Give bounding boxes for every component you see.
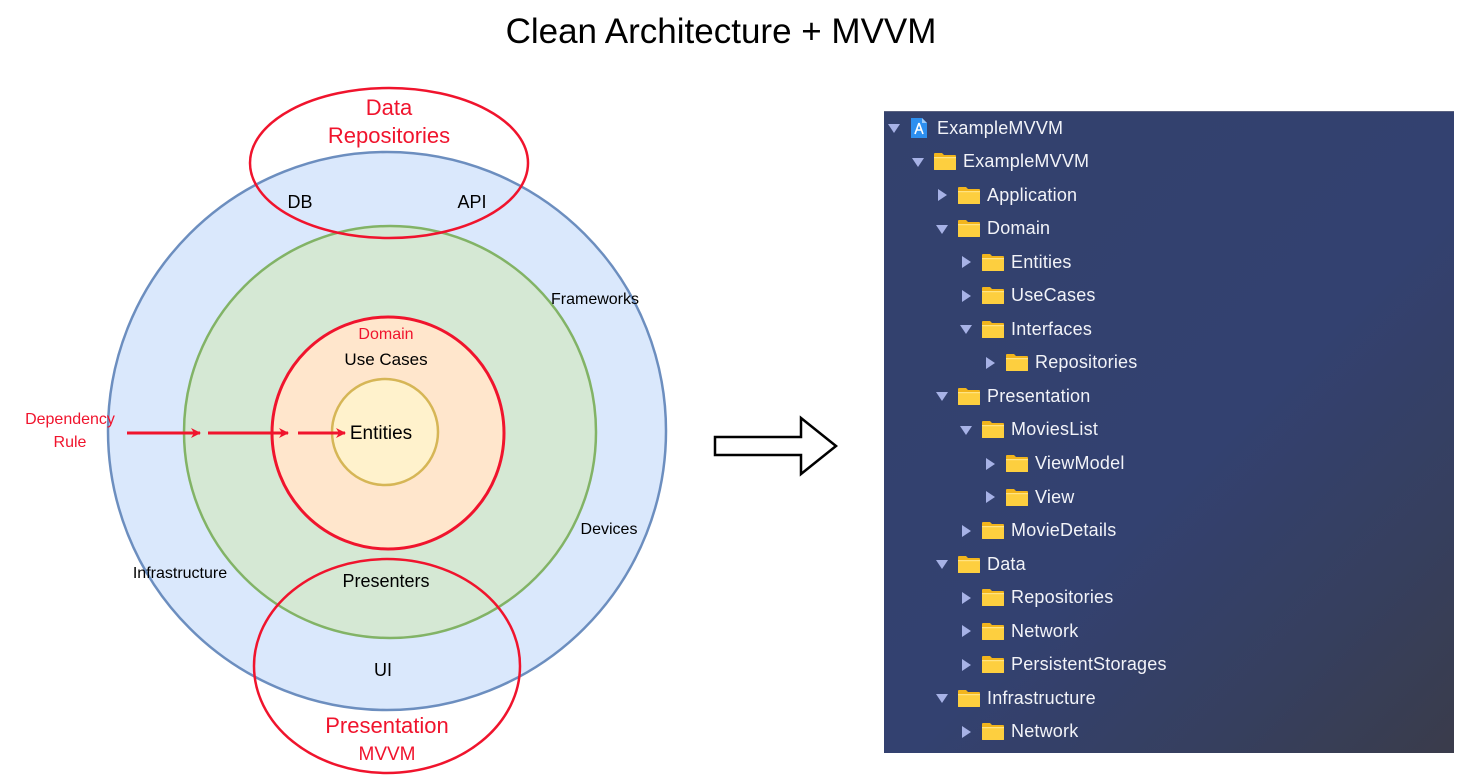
project-navigator: ExampleMVVM ExampleMVVM Application Domain E… — [884, 111, 1454, 753]
tree-item[interactable]: Interfaces — [959, 316, 1092, 342]
tree-item-label: Presentation — [987, 385, 1091, 406]
label-devices: Devices — [581, 521, 638, 538]
disclosure-collapsed-icon[interactable] — [959, 725, 973, 739]
disclosure-collapsed-icon[interactable] — [959, 289, 973, 303]
tree-item-label: Application — [987, 184, 1078, 205]
tree-item[interactable]: ViewModel — [983, 451, 1125, 477]
tree-item[interactable]: Infrastructure — [935, 685, 1096, 711]
disclosure-collapsed-icon[interactable] — [959, 624, 973, 638]
folder-icon — [1005, 353, 1029, 372]
tree-item[interactable]: MoviesList — [959, 417, 1098, 443]
disclosure-collapsed-icon[interactable] — [983, 457, 997, 471]
disclosure-expanded-icon[interactable] — [959, 322, 973, 336]
tree-item-label: Infrastructure — [987, 687, 1096, 708]
folder-icon — [981, 253, 1005, 272]
disclosure-expanded-icon[interactable] — [935, 557, 949, 571]
tree-item-label: Repositories — [1035, 352, 1138, 373]
tree-item-label: ExampleMVVM — [963, 151, 1090, 172]
tree-item[interactable]: Domain — [935, 216, 1050, 242]
clean-architecture-diagram: Data Repositories DB API Frameworks Doma… — [25, 86, 839, 775]
disclosure-collapsed-icon[interactable] — [983, 356, 997, 370]
tree-item-label: Network — [1011, 721, 1079, 742]
tree-item[interactable]: UseCases — [959, 283, 1096, 309]
label-domain: Domain — [358, 326, 413, 343]
tree-item[interactable]: MovieDetails — [959, 518, 1116, 544]
callout-rule: Rule — [54, 434, 87, 451]
disclosure-collapsed-icon[interactable] — [959, 524, 973, 538]
tree-item-label: Data — [987, 553, 1026, 574]
folder-icon — [981, 420, 1005, 439]
label-ui: UI — [374, 660, 392, 680]
folder-icon — [981, 622, 1005, 641]
disclosure-expanded-icon[interactable] — [935, 389, 949, 403]
tree-item[interactable]: Network — [959, 719, 1078, 745]
tree-item[interactable]: View — [983, 484, 1075, 510]
folder-icon — [957, 387, 981, 406]
tree-item-label: ExampleMVVM — [937, 117, 1064, 138]
folder-icon — [933, 152, 957, 171]
disclosure-collapsed-icon[interactable] — [959, 255, 973, 269]
folder-icon — [1005, 488, 1029, 507]
tree-item-label: View — [1035, 486, 1075, 507]
tree-item[interactable]: ExampleMVVM — [911, 149, 1089, 175]
folder-icon — [981, 722, 1005, 741]
label-db: DB — [287, 192, 312, 212]
disclosure-expanded-icon[interactable] — [887, 121, 901, 135]
tree-item-label: Network — [1011, 620, 1079, 641]
tree-item-label: PersistentStorages — [1011, 654, 1167, 675]
tree-item-label: ViewModel — [1035, 453, 1125, 473]
callout-mvvm: MVVM — [359, 744, 416, 765]
tree-item-label: Domain — [987, 218, 1051, 239]
label-frameworks: Frameworks — [551, 291, 639, 308]
folder-icon — [981, 286, 1005, 305]
folder-icon — [981, 320, 1005, 339]
folder-icon — [957, 186, 981, 205]
folder-icon — [957, 219, 981, 238]
tree-item-label: MovieDetails — [1011, 520, 1117, 541]
disclosure-collapsed-icon[interactable] — [959, 658, 973, 672]
disclosure-expanded-icon[interactable] — [935, 222, 949, 236]
tree-item-label: MoviesList — [1011, 419, 1099, 440]
tree-item[interactable]: Repositories — [983, 350, 1137, 376]
tree-item[interactable]: Entities — [959, 249, 1072, 275]
label-api: API — [457, 192, 486, 212]
tree-item[interactable]: Repositories — [959, 585, 1113, 611]
tree-item-label: Interfaces — [1011, 318, 1093, 339]
tree-item[interactable]: Network — [959, 618, 1078, 644]
label-use-cases: Use Cases — [344, 350, 427, 369]
folder-icon — [1005, 454, 1029, 473]
tree-item[interactable]: Application — [935, 182, 1077, 208]
callout-presentation: Presentation — [325, 713, 449, 738]
tree-item[interactable]: Data — [935, 551, 1026, 577]
tree-item[interactable]: PersistentStorages — [959, 652, 1167, 678]
disclosure-collapsed-icon[interactable] — [935, 188, 949, 202]
label-entities: Entities — [350, 423, 412, 444]
disclosure-collapsed-icon[interactable] — [959, 591, 973, 605]
callout-dependency: Dependency — [25, 411, 115, 428]
tree-item-label: Repositories — [1011, 587, 1114, 608]
label-presenters: Presenters — [342, 571, 429, 591]
tree-item[interactable]: Presentation — [935, 383, 1090, 409]
disclosure-collapsed-icon[interactable] — [983, 490, 997, 504]
tree-item-label: UseCases — [1011, 285, 1096, 306]
disclosure-expanded-icon[interactable] — [911, 155, 925, 169]
tree-item[interactable]: ExampleMVVM — [887, 115, 1063, 141]
callout-repositories: Repositories — [328, 123, 450, 148]
right-arrow-icon — [713, 415, 839, 477]
folder-icon — [957, 689, 981, 708]
disclosure-expanded-icon[interactable] — [935, 691, 949, 705]
tree-item-label: Entities — [1011, 251, 1072, 272]
folder-icon — [981, 521, 1005, 540]
callout-data: Data — [366, 95, 413, 120]
label-infrastructure: Infrastructure — [133, 565, 227, 582]
folder-icon — [957, 555, 981, 574]
xcode-project-icon — [909, 117, 929, 139]
folder-icon — [981, 588, 1005, 607]
folder-icon — [981, 655, 1005, 674]
disclosure-expanded-icon[interactable] — [959, 423, 973, 437]
